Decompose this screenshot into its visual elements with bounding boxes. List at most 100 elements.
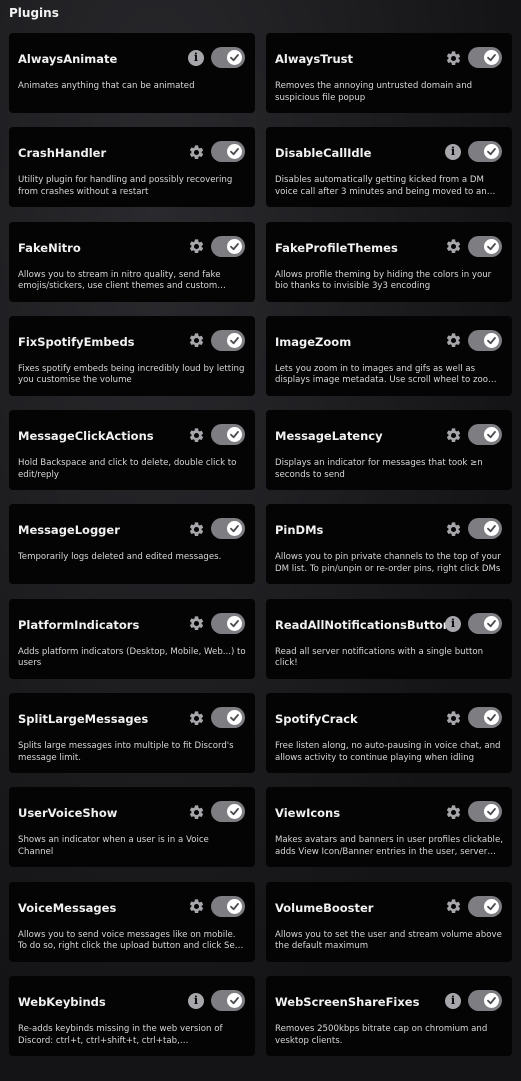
gear-icon[interactable] [187,803,205,821]
plugin-card: WebKeybinds i Re-adds keybinds missing in … [9,975,255,1056]
plugin-description: Allows you to send voice messages like o… [18,929,246,952]
checkmark-icon [227,992,242,1008]
plugin-description: Removes the annoying untrusted domain an… [275,81,473,103]
enable-toggle[interactable] [468,518,502,540]
plugin-card: ImageZoom Lets you zoom in to images and … [266,315,512,396]
plugin-card: WebScreenShareFixes i Removes 2500kbps bit… [266,975,512,1056]
enable-toggle[interactable] [468,47,502,68]
plugin-name: CrashHandler [18,146,107,161]
checkmark-icon [484,50,499,65]
plugin-description: Animates anything that can be animated [18,81,195,91]
plugin-name: ViewIcons [275,806,341,821]
plugin-card: PlatformIndicators Adds platform indicato… [9,598,255,679]
plugin-name: AlwaysTrust [275,52,353,66]
checkmark-icon [484,898,499,914]
enable-toggle[interactable] [211,801,245,823]
plugin-card: VoiceMessages Allows you to send voice me… [9,881,255,962]
plugin-card: VolumeBooster Allows you to set the user … [266,881,512,962]
enable-toggle[interactable] [468,424,502,446]
section-title: Plugins [9,6,59,20]
plugin-name: WebScreenShareFixes [275,994,420,1009]
checkmark-icon [227,144,242,160]
plugin-description: Adds platform indicators (Desktop, Mobil… [18,646,246,669]
plugin-card: AlwaysAnimate i Animates anything that can… [9,33,255,113]
enable-toggle[interactable] [211,895,245,917]
checkmark-icon [227,332,242,348]
enable-toggle[interactable] [211,141,245,163]
plugin-description: Allows you to pin private channels to th… [275,552,501,575]
plugin-name: PlatformIndicators [18,617,140,632]
info-icon[interactable]: i [444,615,462,633]
gear-icon[interactable] [444,709,462,727]
gear-icon[interactable] [444,238,462,256]
checkmark-icon [227,804,242,820]
enable-toggle[interactable] [468,329,502,351]
enable-toggle[interactable] [211,989,245,1011]
gear-icon[interactable] [444,898,462,916]
plugin-description: Hold Backspace and click to delete, doub… [18,458,237,480]
plugin-name: FakeProfileThemes [275,240,398,255]
plugin-name: ReadAllNotificationsButton [275,617,451,632]
gear-icon[interactable] [187,238,205,256]
checkmark-icon [484,992,499,1008]
enable-toggle[interactable] [211,424,245,446]
plugin-name: AlwaysAnimate [18,52,118,66]
gear-icon[interactable] [444,49,462,67]
enable-toggle[interactable] [468,895,502,917]
plugin-name: SpotifyCrack [275,712,358,727]
plugin-name: UserVoiceShow [18,806,118,821]
enable-toggle[interactable] [211,47,245,68]
checkmark-icon [227,50,242,65]
plugin-description: Re-adds keybinds missing in the web vers… [18,1023,223,1046]
gear-icon[interactable] [444,803,462,821]
plugin-description: Makes avatars and banners in user profil… [275,835,503,857]
checkmark-icon [484,804,499,820]
plugin-card: MessageLatency Displays an indicator for … [266,410,512,491]
plugin-description: Disables automatically getting kicked fr… [275,175,487,197]
enable-toggle[interactable] [211,329,245,351]
gear-icon[interactable] [444,426,462,444]
info-icon[interactable]: i [187,49,205,67]
checkmark-icon [484,427,499,443]
gear-icon[interactable] [187,520,205,538]
gear-icon[interactable] [187,332,205,350]
plugin-card: FakeNitro Allows you to stream in nitro q… [9,221,255,302]
plugin-card: DisableCallIdle i Disables automatically g… [266,127,512,208]
plugin-description: Displays an indicator for messages that … [275,458,483,480]
plugin-card: PinDMs Allows you to pin private channels… [266,504,512,585]
info-icon[interactable]: i [444,992,462,1010]
info-icon[interactable]: i [444,143,462,161]
plugin-card: MessageClickActions Hold Backspace and cl… [9,410,255,491]
plugin-description: Allows you to set the user and stream vo… [275,929,502,952]
enable-toggle[interactable] [468,141,502,163]
gear-icon[interactable] [187,426,205,444]
gear-icon[interactable] [187,709,205,727]
enable-toggle[interactable] [211,518,245,540]
enable-toggle[interactable] [468,801,502,823]
plugin-name: DisableCallIdle [275,146,372,161]
gear-icon[interactable] [187,143,205,161]
gear-icon[interactable] [444,520,462,538]
checkmark-icon [484,144,499,160]
checkmark-icon [484,332,499,348]
enable-toggle[interactable] [468,989,502,1011]
enable-toggle[interactable] [468,235,502,257]
plugin-card: SpotifyCrack Free listen along, no auto-p… [266,693,512,774]
info-icon[interactable]: i [187,992,205,1010]
gear-icon[interactable] [187,615,205,633]
enable-toggle[interactable] [211,235,245,257]
plugin-card: FakeProfileThemes Allows profile theming … [266,221,512,302]
plugin-description: Utility plugin for handling and possibly… [18,175,233,197]
gear-icon[interactable] [187,898,205,916]
plugin-name: MessageLogger [18,523,120,538]
enable-toggle[interactable] [211,612,245,634]
plugin-description: Temporarily logs deleted and edited mess… [18,552,222,563]
gear-icon[interactable] [444,332,462,350]
enable-toggle[interactable] [211,707,245,729]
plugin-card: AlwaysTrust Removes the annoying untruste… [266,33,512,113]
enable-toggle[interactable] [468,612,502,634]
enable-toggle[interactable] [468,707,502,729]
plugin-card: MessageLogger Temporarily logs deleted an… [9,504,255,585]
plugin-card: ReadAllNotificationsButton i Read all serv… [266,598,512,679]
plugin-description: Allows profile theming by hiding the col… [275,269,492,292]
